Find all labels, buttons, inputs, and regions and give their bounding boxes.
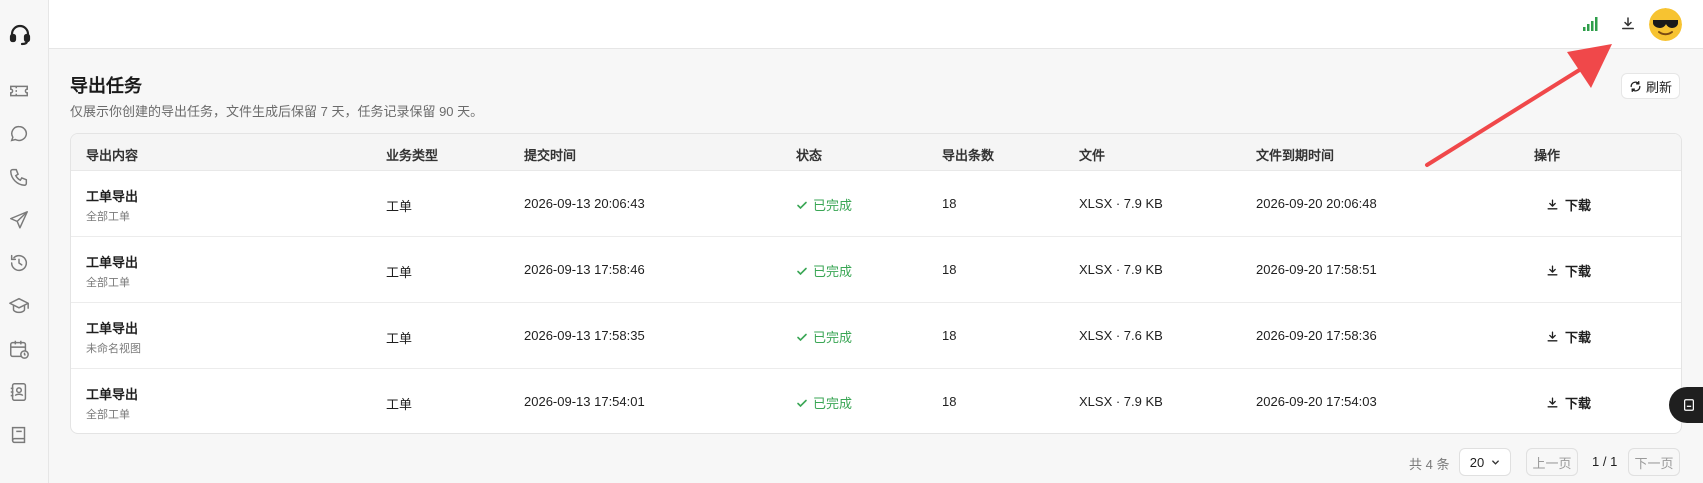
app-root: 导出任务 仅展示你创建的导出任务，文件生成后保留 7 天，任务记录保留 90 天…	[0, 0, 1703, 483]
check-icon	[796, 199, 808, 211]
download-button[interactable]: 下载	[1546, 261, 1591, 280]
export-tasks-table: 导出内容 业务类型 提交时间 状态 导出条数 文件 文件到期时间 操作 工单导出…	[70, 133, 1682, 434]
floating-notes-button[interactable]	[1669, 387, 1703, 423]
row-file: XLSX · 7.9 KB	[1079, 394, 1163, 409]
page-size-value: 20	[1469, 454, 1485, 470]
refresh-button[interactable]: 刷新	[1621, 73, 1680, 99]
row-title: 工单导出	[86, 255, 139, 270]
prev-page-button[interactable]: 上一页	[1526, 448, 1578, 476]
signal-strength-icon	[1583, 17, 1599, 31]
row-file: XLSX · 7.9 KB	[1079, 262, 1163, 277]
status-badge: 已完成	[796, 327, 852, 346]
calendar-clock-icon[interactable]	[8, 338, 30, 360]
page-info: 1 / 1	[1592, 454, 1618, 469]
row-subtitle: 全部工单	[86, 277, 130, 289]
header-type: 业务类型	[386, 148, 439, 163]
ticket-icon[interactable]	[8, 80, 30, 102]
page-title: 导出任务	[70, 76, 142, 96]
chevron-down-icon	[1491, 458, 1500, 467]
download-button[interactable]: 下载	[1546, 393, 1591, 412]
download-icon	[1546, 396, 1559, 409]
download-label: 下载	[1565, 264, 1592, 279]
row-type: 工单	[386, 265, 413, 280]
row-expires: 2026-09-20 17:58:36	[1256, 328, 1377, 343]
row-count: 18	[942, 328, 957, 343]
download-label: 下载	[1565, 330, 1592, 345]
row-expires: 2026-09-20 17:54:03	[1256, 394, 1377, 409]
refresh-label: 刷新	[1645, 79, 1672, 95]
download-icon	[1546, 330, 1559, 343]
download-icon	[1546, 264, 1559, 277]
download-label: 下载	[1565, 396, 1592, 411]
avatar[interactable]	[1649, 8, 1682, 41]
download-button[interactable]: 下载	[1546, 327, 1591, 346]
page-subtitle: 仅展示你创建的导出任务，文件生成后保留 7 天，任务记录保留 90 天。	[70, 104, 484, 119]
row-type: 工单	[386, 199, 413, 214]
contacts-book-icon[interactable]	[8, 381, 30, 403]
book-icon[interactable]	[8, 424, 30, 446]
table-header: 导出内容 业务类型 提交时间 状态 导出条数 文件 文件到期时间 操作	[71, 134, 1681, 171]
refresh-icon	[1629, 80, 1642, 93]
downloads-icon[interactable]	[1619, 15, 1637, 33]
status-text: 已完成	[813, 330, 853, 345]
sidebar	[0, 0, 49, 483]
table-row: 工单导出 全部工单 工单 2026-09-13 17:54:01 已完成 18 …	[71, 369, 1681, 433]
row-file: XLSX · 7.6 KB	[1079, 328, 1163, 343]
row-count: 18	[942, 196, 957, 211]
notes-icon	[1682, 398, 1696, 412]
row-type: 工单	[386, 397, 413, 412]
table-row: 工单导出 未命名视图 工单 2026-09-13 17:58:35 已完成 18…	[71, 303, 1681, 369]
row-expires: 2026-09-20 17:58:51	[1256, 262, 1377, 277]
header-file: 文件	[1079, 148, 1106, 163]
graduation-cap-icon[interactable]	[8, 295, 30, 317]
headset-logo-icon[interactable]	[8, 22, 32, 46]
header-content: 导出内容	[86, 148, 139, 163]
table-row: 工单导出 全部工单 工单 2026-09-13 17:58:46 已完成 18 …	[71, 237, 1681, 303]
row-title: 工单导出	[86, 387, 139, 402]
row-expires: 2026-09-20 20:06:48	[1256, 196, 1377, 211]
page-size-select[interactable]: 20	[1459, 448, 1511, 476]
history-icon[interactable]	[8, 252, 30, 274]
row-title: 工单导出	[86, 189, 139, 204]
row-submitted: 2026-09-13 20:06:43	[524, 196, 645, 211]
header-submitted: 提交时间	[524, 148, 577, 163]
check-icon	[796, 331, 808, 343]
status-badge: 已完成	[796, 393, 852, 412]
status-text: 已完成	[813, 198, 853, 213]
download-icon	[1546, 198, 1559, 211]
download-button[interactable]: 下载	[1546, 195, 1591, 214]
next-page-button[interactable]: 下一页	[1628, 448, 1680, 476]
check-icon	[796, 265, 808, 277]
status-text: 已完成	[813, 396, 853, 411]
row-subtitle: 全部工单	[86, 211, 130, 223]
download-label: 下载	[1565, 198, 1592, 213]
status-text: 已完成	[813, 264, 853, 279]
check-icon	[796, 397, 808, 409]
header-status: 状态	[796, 148, 823, 163]
row-submitted: 2026-09-13 17:54:01	[524, 394, 645, 409]
row-count: 18	[942, 262, 957, 277]
row-type: 工单	[386, 331, 413, 346]
row-count: 18	[942, 394, 957, 409]
row-subtitle: 全部工单	[86, 409, 130, 421]
chat-icon[interactable]	[8, 123, 30, 145]
row-subtitle: 未命名视图	[86, 343, 141, 355]
row-title: 工单导出	[86, 321, 139, 336]
header-expires: 文件到期时间	[1256, 148, 1335, 163]
status-badge: 已完成	[796, 195, 852, 214]
table-row: 工单导出 全部工单 工单 2026-09-13 20:06:43 已完成 18 …	[71, 171, 1681, 237]
phone-icon[interactable]	[8, 166, 30, 188]
pagination-total: 共 4 条	[1409, 457, 1450, 472]
row-submitted: 2026-09-13 17:58:35	[524, 328, 645, 343]
header-count: 导出条数	[942, 148, 995, 163]
status-badge: 已完成	[796, 261, 852, 280]
row-file: XLSX · 7.9 KB	[1079, 196, 1163, 211]
header-action: 操作	[1534, 148, 1561, 163]
row-submitted: 2026-09-13 17:58:46	[524, 262, 645, 277]
send-icon[interactable]	[8, 209, 30, 231]
top-bar	[49, 0, 1703, 49]
